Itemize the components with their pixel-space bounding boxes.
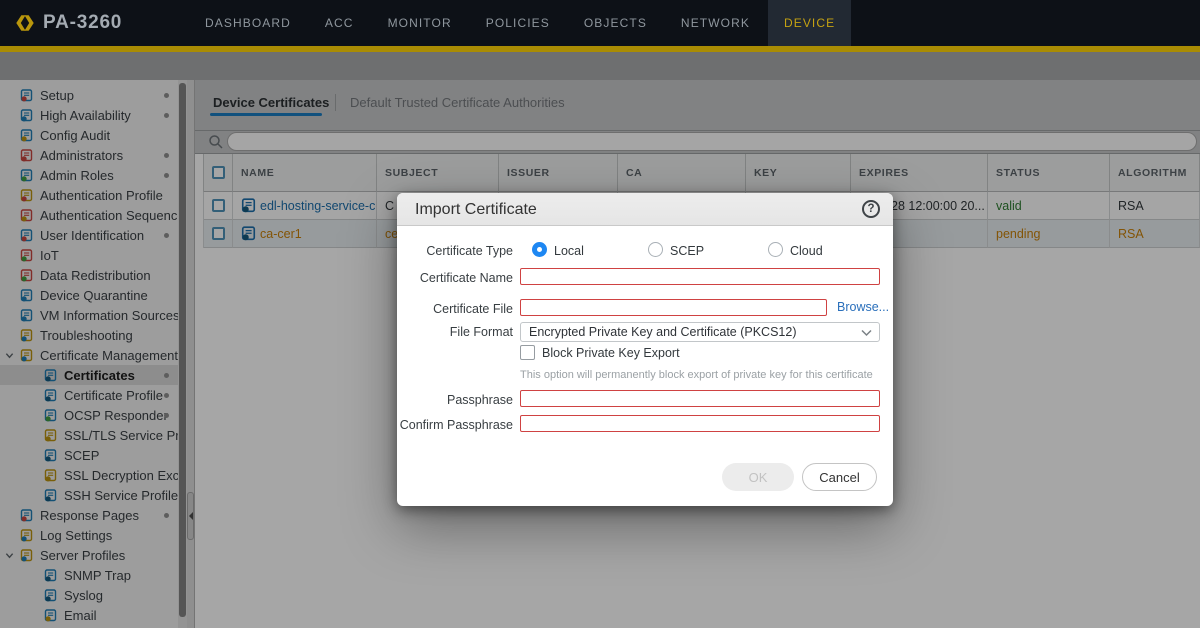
nav-item-objects[interactable]: OBJECTS (584, 0, 647, 46)
radio-scep-label[interactable]: SCEP (670, 244, 704, 258)
file-format-select[interactable]: Encrypted Private Key and Certificate (P… (520, 322, 880, 342)
nav-item-device[interactable]: DEVICE (768, 0, 851, 46)
radio-cloud[interactable] (768, 242, 783, 257)
block-export-helper-text: This option will permanently block expor… (520, 369, 873, 381)
certificate-type-label: Certificate Type (397, 244, 513, 258)
dialog-title: Import Certificate (415, 193, 537, 226)
brand-logo: PA-3260 (14, 0, 122, 46)
nav-item-policies[interactable]: POLICIES (486, 0, 550, 46)
import-certificate-dialog: Import Certificate ? Certificate Type Lo… (397, 193, 893, 506)
nav-item-acc[interactable]: ACC (325, 0, 354, 46)
nav-item-monitor[interactable]: MONITOR (388, 0, 452, 46)
file-format-label: File Format (397, 325, 513, 339)
top-nav: PA-3260 DASHBOARD ACC MONITOR POLICIES OBJEC… (0, 0, 1200, 46)
radio-cloud-label[interactable]: Cloud (790, 244, 823, 258)
confirm-passphrase-input[interactable] (520, 415, 880, 432)
certificate-name-label: Certificate Name (397, 271, 513, 285)
radio-local[interactable] (532, 242, 547, 257)
passphrase-label: Passphrase (397, 393, 513, 407)
confirm-passphrase-label: Confirm Passphrase (397, 418, 513, 432)
block-private-key-export-checkbox[interactable] (520, 345, 535, 360)
browse-link[interactable]: Browse... (837, 300, 889, 314)
nav-item-network[interactable]: NETWORK (681, 0, 750, 46)
nav-item-dashboard[interactable]: DASHBOARD (205, 0, 291, 46)
dialog-body: Certificate Type Local SCEP Cloud Certif… (397, 226, 893, 506)
radio-local-label[interactable]: Local (554, 244, 584, 258)
certificate-file-input[interactable] (520, 299, 827, 316)
ok-button[interactable]: OK (722, 463, 794, 491)
cancel-button[interactable]: Cancel (802, 463, 877, 491)
help-icon[interactable]: ? (862, 200, 880, 218)
certificate-file-label: Certificate File (397, 302, 513, 316)
chevron-down-icon (861, 329, 872, 337)
passphrase-input[interactable] (520, 390, 880, 407)
palo-alto-logo-icon (14, 12, 36, 34)
certificate-name-input[interactable] (520, 268, 880, 285)
dialog-footer: OK Cancel (722, 463, 877, 491)
block-private-key-export-label[interactable]: Block Private Key Export (542, 346, 680, 360)
radio-scep[interactable] (648, 242, 663, 257)
file-format-value: Encrypted Private Key and Certificate (P… (529, 325, 796, 339)
dialog-header: Import Certificate ? (397, 193, 893, 226)
device-name: PA-3260 (43, 12, 122, 34)
nav-menu: DASHBOARD ACC MONITOR POLICIES OBJECTS NETWOR… (205, 0, 835, 46)
